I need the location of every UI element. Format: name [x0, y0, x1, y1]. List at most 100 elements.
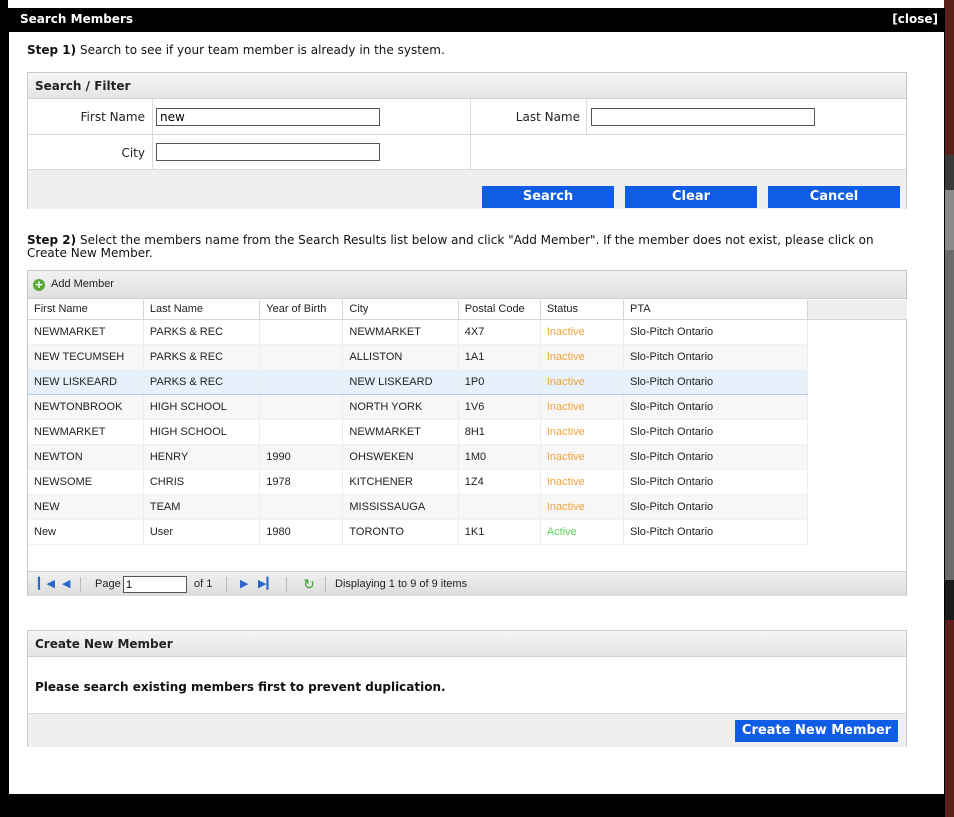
col-first-name[interactable]: First Name: [28, 300, 144, 320]
cell-year-of-birth: [259, 394, 344, 420]
cell-postal-code: 1Z4: [458, 469, 541, 495]
table-row[interactable]: NEWTON HENRY 1990 OHSWEKEN 1M0 Inactive Slo-Pi…: [28, 444, 809, 470]
col-postal-code[interactable]: Postal Code: [458, 300, 541, 320]
cell-first-name: NEWMARKET: [28, 419, 144, 445]
create-member-panel: Create New Member Please search existing…: [27, 630, 907, 747]
step1-instruction: Step 1) Search to see if your team membe…: [27, 43, 445, 57]
step2-text: Select the members name from the Search …: [27, 233, 874, 260]
cell-pta: Slo-Pitch Ontario: [623, 419, 809, 445]
search-results-grid: + Add Member First Name Last Name Year o…: [27, 270, 907, 596]
last-name-label: Last Name: [515, 110, 580, 124]
table-row[interactable]: NEW LISKEARD PARKS & REC NEW LISKEARD 1P0 In…: [28, 368, 809, 395]
filter-header-title: Search / Filter: [35, 79, 131, 93]
cell-first-name: NEWTON: [28, 444, 144, 470]
cell-postal-code: 1M0: [458, 444, 541, 470]
cell-last-name: PARKS & REC: [143, 344, 261, 370]
backdrop-right: [944, 0, 954, 817]
cell-status: Inactive: [540, 469, 624, 495]
cell-city: NEW LISKEARD: [342, 368, 459, 395]
cell-status: Inactive: [540, 494, 624, 520]
create-warning-message: Please search existing members first to …: [35, 680, 446, 694]
table-row[interactable]: NEWMARKET HIGH SCHOOL NEWMARKET 8H1 Inactive…: [28, 419, 809, 445]
cell-city: KITCHENER: [342, 469, 459, 495]
cell-pta: Slo-Pitch Ontario: [623, 469, 809, 495]
dialog-title: Search Members: [20, 12, 134, 26]
col-year-of-birth[interactable]: Year of Birth: [259, 300, 344, 320]
grid-toolbar: + Add Member: [28, 271, 906, 299]
col-status[interactable]: Status: [540, 300, 624, 320]
grid-header-filler: [808, 300, 907, 320]
step1-prefix: Step 1): [27, 43, 77, 57]
cell-city: ALLISTON: [342, 344, 459, 370]
cell-year-of-birth: 1980: [259, 519, 344, 545]
cell-status: Inactive: [540, 319, 624, 345]
step1-text: Search to see if your team member is alr…: [79, 43, 445, 57]
results-header-row: First Name Last Name Year of Birth City …: [28, 300, 809, 320]
cell-status: Inactive: [540, 419, 624, 445]
first-page-icon[interactable]: ▎◀: [38, 577, 55, 590]
filter-header: Search / Filter: [28, 73, 906, 99]
cell-last-name: TEAM: [143, 494, 261, 520]
clear-button[interactable]: Clear: [625, 186, 757, 208]
cell-status: Inactive: [540, 394, 624, 420]
create-new-member-button[interactable]: Create New Member: [735, 720, 898, 742]
next-page-icon[interactable]: ▶: [240, 577, 248, 590]
cell-last-name: HIGH SCHOOL: [143, 394, 261, 420]
refresh-icon[interactable]: ↻: [301, 576, 317, 592]
cell-pta: Slo-Pitch Ontario: [623, 344, 809, 370]
cell-first-name: NEWMARKET: [28, 319, 144, 345]
cell-pta: Slo-Pitch Ontario: [623, 319, 809, 345]
results-table: First Name Last Name Year of Birth City …: [28, 300, 809, 545]
dialog-bottom-bar: [8, 795, 945, 817]
cell-city: OHSWEKEN: [342, 444, 459, 470]
plus-circle-icon: +: [33, 278, 45, 291]
filter-row-names: First Name Last Name: [28, 99, 906, 135]
cell-first-name: NEWSOME: [28, 469, 144, 495]
cell-last-name: User: [143, 519, 261, 545]
table-row[interactable]: NEW TEAM MISSISSAUGA Inactive Slo-Pitch Onta…: [28, 494, 809, 520]
cell-first-name: New: [28, 519, 144, 545]
city-input[interactable]: [156, 143, 380, 161]
table-row[interactable]: New User 1980 TORONTO 1K1 Active Slo-Pitch Ont…: [28, 519, 809, 545]
close-link[interactable]: [close]: [892, 12, 938, 26]
cell-first-name: NEW: [28, 494, 144, 520]
cell-year-of-birth: 1978: [259, 469, 344, 495]
table-row[interactable]: NEWMARKET PARKS & REC NEWMARKET 4X7 Inactive…: [28, 319, 809, 345]
table-row[interactable]: NEWTONBROOK HIGH SCHOOL NORTH YORK 1V6 Inact…: [28, 394, 809, 420]
cell-first-name: NEW LISKEARD: [28, 368, 144, 395]
filter-button-bar: Search Clear Cancel: [28, 170, 906, 209]
cancel-button[interactable]: Cancel: [768, 186, 900, 208]
first-name-input[interactable]: [156, 108, 380, 126]
cell-postal-code: 8H1: [458, 419, 541, 445]
step2-prefix: Step 2): [27, 233, 77, 247]
first-name-label: First Name: [80, 110, 145, 124]
col-pta[interactable]: PTA: [623, 300, 809, 320]
page-number-input[interactable]: [123, 576, 187, 593]
city-label: City: [121, 146, 145, 160]
cell-pta: Slo-Pitch Ontario: [623, 519, 809, 545]
cell-postal-code: 1A1: [458, 344, 541, 370]
cell-last-name: HIGH SCHOOL: [143, 419, 261, 445]
col-last-name[interactable]: Last Name: [143, 300, 261, 320]
dialog-titlebar: Search Members [close]: [9, 9, 944, 32]
table-row[interactable]: NEW TECUMSEH PARKS & REC ALLISTON 1A1 Inacti…: [28, 344, 809, 370]
cell-city: NEWMARKET: [342, 419, 459, 445]
cell-pta: Slo-Pitch Ontario: [623, 494, 809, 520]
last-page-icon[interactable]: ▶▎: [258, 577, 275, 590]
cell-status: Inactive: [540, 444, 624, 470]
cell-city: TORONTO: [342, 519, 459, 545]
prev-page-icon[interactable]: ◀: [62, 577, 70, 590]
cell-first-name: NEW TECUMSEH: [28, 344, 144, 370]
cell-postal-code: 4X7: [458, 319, 541, 345]
backdrop-left: [0, 0, 8, 817]
create-button-bar: Create New Member: [28, 713, 906, 747]
page-of-label: of 1: [194, 578, 213, 590]
table-row[interactable]: NEWSOME CHRIS 1978 KITCHENER 1Z4 Inactive Slo-…: [28, 469, 809, 495]
col-city[interactable]: City: [342, 300, 459, 320]
cell-pta: Slo-Pitch Ontario: [623, 394, 809, 420]
search-button[interactable]: Search: [482, 186, 614, 208]
cell-last-name: HENRY: [143, 444, 261, 470]
cell-first-name: NEWTONBROOK: [28, 394, 144, 420]
last-name-input[interactable]: [591, 108, 815, 126]
paging-status: Displaying 1 to 9 of 9 items: [335, 578, 468, 590]
